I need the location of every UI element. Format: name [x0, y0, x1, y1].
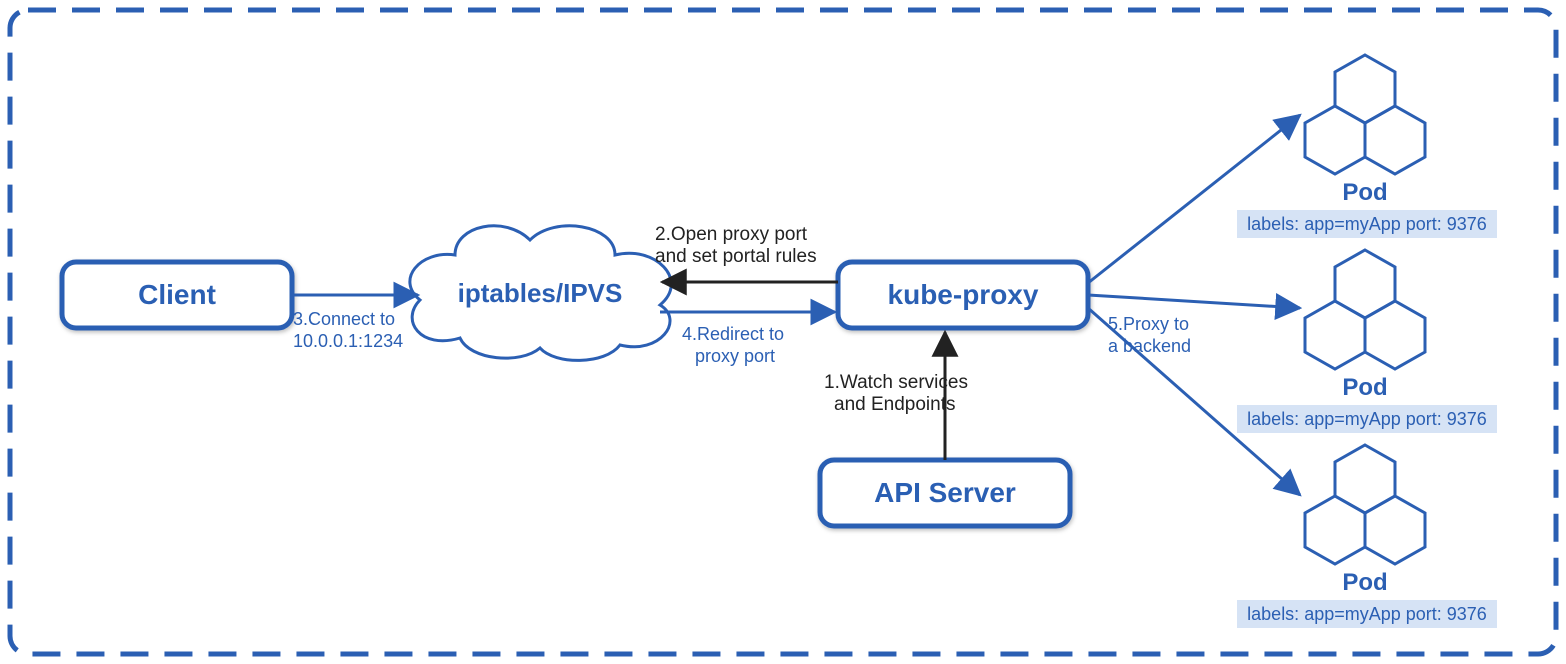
edge3-label-l2: 10.0.0.1:1234	[293, 331, 403, 351]
api-server-node: API Server	[820, 460, 1070, 526]
edge5-label-l1: 5.Proxy to	[1108, 314, 1189, 334]
hexagon-icon	[1305, 55, 1425, 174]
edge3-label-l1: 3.Connect to	[293, 309, 395, 329]
hexagon-icon	[1305, 250, 1425, 369]
client-node: Client	[62, 262, 292, 328]
pod-sublabel-2: labels: app=myApp port: 9376	[1247, 409, 1487, 429]
edge-kubeproxy-pod1	[1088, 115, 1300, 283]
client-label: Client	[138, 279, 216, 310]
api-server-label: API Server	[874, 477, 1016, 508]
pod-title-3: Pod	[1342, 569, 1387, 596]
edge5-label-l2: a backend	[1108, 336, 1191, 356]
kube-proxy-label: kube-proxy	[888, 279, 1039, 310]
kube-proxy-node: kube-proxy	[838, 262, 1088, 328]
diagram-canvas: Client iptables/IPVS kube-proxy API Serv…	[0, 0, 1566, 664]
iptables-label: iptables/IPVS	[458, 278, 623, 308]
edge4-label-l1: 4.Redirect to	[682, 324, 784, 344]
pod-title-2: Pod	[1342, 374, 1387, 401]
pod-sublabel-3: labels: app=myApp port: 9376	[1247, 604, 1487, 624]
pod-node-1: Pod labels: app=myApp port: 9376	[1237, 55, 1497, 238]
edge-kubeproxy-pod2	[1088, 295, 1300, 308]
edge1-label-l2: and Endpoints	[834, 394, 956, 415]
pod-sublabel-1: labels: app=myApp port: 9376	[1247, 214, 1487, 234]
hexagon-icon	[1305, 445, 1425, 564]
pod-node-2: Pod labels: app=myApp port: 9376	[1237, 250, 1497, 433]
edge4-label-l2: proxy port	[695, 346, 775, 366]
edge2-label-l1: 2.Open proxy port	[655, 224, 808, 245]
edge1-label-l1: 1.Watch services	[824, 372, 968, 393]
pod-title-1: Pod	[1342, 179, 1387, 206]
iptables-node: iptables/IPVS	[410, 226, 671, 361]
edge2-label-l2: and set portal rules	[655, 246, 817, 267]
